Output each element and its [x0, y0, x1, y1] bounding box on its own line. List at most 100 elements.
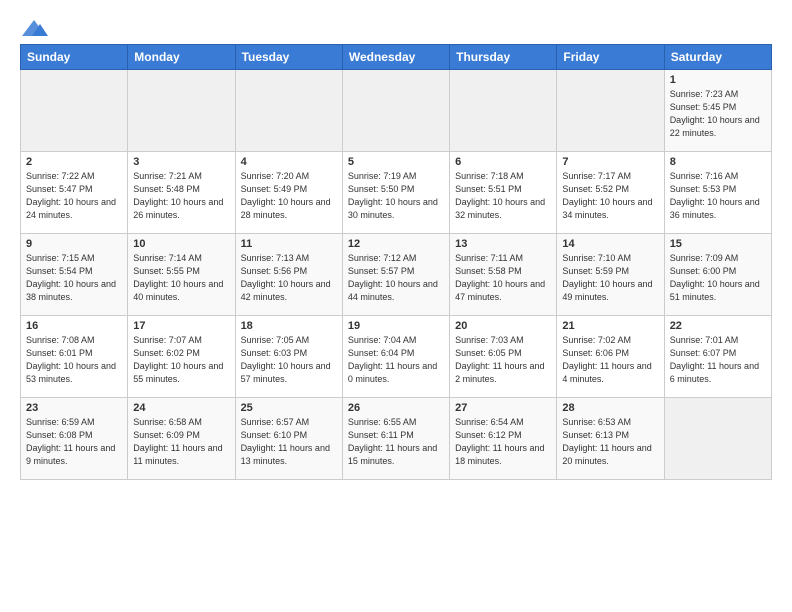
- week-row-1: 1Sunrise: 7:23 AM Sunset: 5:45 PM Daylig…: [21, 70, 772, 152]
- day-info: Sunrise: 7:14 AM Sunset: 5:55 PM Dayligh…: [133, 252, 229, 304]
- header: [20, 18, 772, 38]
- calendar-cell: 6 Sunrise: 7:18 AM Sunset: 5:51 PM Daylig…: [450, 152, 557, 234]
- day-info: Sunrise: 7:09 AM Sunset: 6:00 PM Dayligh…: [670, 252, 766, 304]
- week-row-5: 23 Sunrise: 6:59 AM Sunset: 6:08 PM Dayli…: [21, 398, 772, 480]
- day-number: 28: [562, 402, 658, 414]
- day-info: Sunrise: 7:07 AM Sunset: 6:02 PM Dayligh…: [133, 334, 229, 386]
- calendar-cell: 1Sunrise: 7:23 AM Sunset: 5:45 PM Daylig…: [664, 70, 771, 152]
- calendar-cell: [235, 70, 342, 152]
- day-info: Sunrise: 7:17 AM Sunset: 5:52 PM Dayligh…: [562, 170, 658, 222]
- calendar-cell: 21 Sunrise: 7:02 AM Sunset: 6:06 PM Dayli…: [557, 316, 664, 398]
- day-number: 6: [455, 156, 551, 168]
- calendar-cell: 11Sunrise: 7:13 AM Sunset: 5:56 PM Dayli…: [235, 234, 342, 316]
- calendar: SundayMondayTuesdayWednesdayThursdayFrid…: [20, 44, 772, 480]
- logo-icon: [20, 18, 48, 38]
- day-info: Sunrise: 7:10 AM Sunset: 5:59 PM Dayligh…: [562, 252, 658, 304]
- calendar-cell: [450, 70, 557, 152]
- weekday-header-friday: Friday: [557, 45, 664, 70]
- calendar-cell: 17 Sunrise: 7:07 AM Sunset: 6:02 PM Dayli…: [128, 316, 235, 398]
- day-number: 9: [26, 238, 122, 250]
- calendar-cell: 24 Sunrise: 6:58 AM Sunset: 6:09 PM Dayli…: [128, 398, 235, 480]
- day-info: Sunrise: 7:03 AM Sunset: 6:05 PM Dayligh…: [455, 334, 551, 386]
- day-number: 8: [670, 156, 766, 168]
- day-number: 20: [455, 320, 551, 332]
- weekday-header-monday: Monday: [128, 45, 235, 70]
- page: SundayMondayTuesdayWednesdayThursdayFrid…: [0, 0, 792, 490]
- day-info: Sunrise: 6:55 AM Sunset: 6:11 PM Dayligh…: [348, 416, 444, 468]
- day-number: 7: [562, 156, 658, 168]
- calendar-cell: [128, 70, 235, 152]
- calendar-cell: 23 Sunrise: 6:59 AM Sunset: 6:08 PM Dayli…: [21, 398, 128, 480]
- day-info: Sunrise: 7:08 AM Sunset: 6:01 PM Dayligh…: [26, 334, 122, 386]
- calendar-cell: [342, 70, 449, 152]
- day-info: Sunrise: 6:54 AM Sunset: 6:12 PM Dayligh…: [455, 416, 551, 468]
- day-number: 3: [133, 156, 229, 168]
- weekday-header-thursday: Thursday: [450, 45, 557, 70]
- weekday-header-saturday: Saturday: [664, 45, 771, 70]
- day-number: 12: [348, 238, 444, 250]
- week-row-2: 2Sunrise: 7:22 AM Sunset: 5:47 PM Daylig…: [21, 152, 772, 234]
- day-number: 2: [26, 156, 122, 168]
- day-number: 23: [26, 402, 122, 414]
- day-number: 1: [670, 74, 766, 86]
- calendar-cell: 8 Sunrise: 7:16 AM Sunset: 5:53 PM Daylig…: [664, 152, 771, 234]
- calendar-cell: 28 Sunrise: 6:53 AM Sunset: 6:13 PM Dayli…: [557, 398, 664, 480]
- day-info: Sunrise: 6:59 AM Sunset: 6:08 PM Dayligh…: [26, 416, 122, 468]
- day-number: 21: [562, 320, 658, 332]
- day-info: Sunrise: 7:20 AM Sunset: 5:49 PM Dayligh…: [241, 170, 337, 222]
- logo: [20, 18, 52, 38]
- calendar-cell: 27 Sunrise: 6:54 AM Sunset: 6:12 PM Dayli…: [450, 398, 557, 480]
- week-row-3: 9Sunrise: 7:15 AM Sunset: 5:54 PM Daylig…: [21, 234, 772, 316]
- calendar-cell: 13Sunrise: 7:11 AM Sunset: 5:58 PM Dayli…: [450, 234, 557, 316]
- calendar-cell: 3 Sunrise: 7:21 AM Sunset: 5:48 PM Daylig…: [128, 152, 235, 234]
- day-info: Sunrise: 7:12 AM Sunset: 5:57 PM Dayligh…: [348, 252, 444, 304]
- weekday-header-wednesday: Wednesday: [342, 45, 449, 70]
- day-info: Sunrise: 6:57 AM Sunset: 6:10 PM Dayligh…: [241, 416, 337, 468]
- calendar-cell: 10 Sunrise: 7:14 AM Sunset: 5:55 PM Dayli…: [128, 234, 235, 316]
- day-info: Sunrise: 7:19 AM Sunset: 5:50 PM Dayligh…: [348, 170, 444, 222]
- day-number: 24: [133, 402, 229, 414]
- weekday-header-tuesday: Tuesday: [235, 45, 342, 70]
- day-number: 4: [241, 156, 337, 168]
- week-row-4: 16 Sunrise: 7:08 AM Sunset: 6:01 PM Dayli…: [21, 316, 772, 398]
- calendar-cell: 7 Sunrise: 7:17 AM Sunset: 5:52 PM Daylig…: [557, 152, 664, 234]
- day-info: Sunrise: 7:05 AM Sunset: 6:03 PM Dayligh…: [241, 334, 337, 386]
- day-number: 16: [26, 320, 122, 332]
- calendar-cell: 16 Sunrise: 7:08 AM Sunset: 6:01 PM Dayli…: [21, 316, 128, 398]
- calendar-cell: 18 Sunrise: 7:05 AM Sunset: 6:03 PM Dayli…: [235, 316, 342, 398]
- day-info: Sunrise: 7:02 AM Sunset: 6:06 PM Dayligh…: [562, 334, 658, 386]
- day-info: Sunrise: 7:01 AM Sunset: 6:07 PM Dayligh…: [670, 334, 766, 386]
- day-number: 14: [562, 238, 658, 250]
- day-number: 19: [348, 320, 444, 332]
- day-number: 13: [455, 238, 551, 250]
- day-number: 15: [670, 238, 766, 250]
- calendar-cell: [21, 70, 128, 152]
- day-number: 10: [133, 238, 229, 250]
- calendar-cell: 14 Sunrise: 7:10 AM Sunset: 5:59 PM Dayli…: [557, 234, 664, 316]
- calendar-cell: [557, 70, 664, 152]
- calendar-cell: 12 Sunrise: 7:12 AM Sunset: 5:57 PM Dayli…: [342, 234, 449, 316]
- calendar-cell: 20 Sunrise: 7:03 AM Sunset: 6:05 PM Dayli…: [450, 316, 557, 398]
- day-number: 18: [241, 320, 337, 332]
- calendar-cell: [664, 398, 771, 480]
- calendar-cell: 2Sunrise: 7:22 AM Sunset: 5:47 PM Daylig…: [21, 152, 128, 234]
- day-number: 22: [670, 320, 766, 332]
- day-number: 17: [133, 320, 229, 332]
- day-info: Sunrise: 7:13 AM Sunset: 5:56 PM Dayligh…: [241, 252, 337, 304]
- calendar-cell: 5Sunrise: 7:19 AM Sunset: 5:50 PM Daylig…: [342, 152, 449, 234]
- day-info: Sunrise: 7:18 AM Sunset: 5:51 PM Dayligh…: [455, 170, 551, 222]
- day-info: Sunrise: 6:53 AM Sunset: 6:13 PM Dayligh…: [562, 416, 658, 468]
- calendar-cell: 4 Sunrise: 7:20 AM Sunset: 5:49 PM Daylig…: [235, 152, 342, 234]
- day-number: 26: [348, 402, 444, 414]
- day-info: Sunrise: 7:21 AM Sunset: 5:48 PM Dayligh…: [133, 170, 229, 222]
- calendar-cell: 9Sunrise: 7:15 AM Sunset: 5:54 PM Daylig…: [21, 234, 128, 316]
- day-info: Sunrise: 6:58 AM Sunset: 6:09 PM Dayligh…: [133, 416, 229, 468]
- weekday-header-row: SundayMondayTuesdayWednesdayThursdayFrid…: [21, 45, 772, 70]
- calendar-cell: 19Sunrise: 7:04 AM Sunset: 6:04 PM Dayli…: [342, 316, 449, 398]
- calendar-cell: 22 Sunrise: 7:01 AM Sunset: 6:07 PM Dayli…: [664, 316, 771, 398]
- calendar-cell: 15 Sunrise: 7:09 AM Sunset: 6:00 PM Dayli…: [664, 234, 771, 316]
- day-info: Sunrise: 7:16 AM Sunset: 5:53 PM Dayligh…: [670, 170, 766, 222]
- day-number: 25: [241, 402, 337, 414]
- day-number: 27: [455, 402, 551, 414]
- calendar-cell: 26 Sunrise: 6:55 AM Sunset: 6:11 PM Dayli…: [342, 398, 449, 480]
